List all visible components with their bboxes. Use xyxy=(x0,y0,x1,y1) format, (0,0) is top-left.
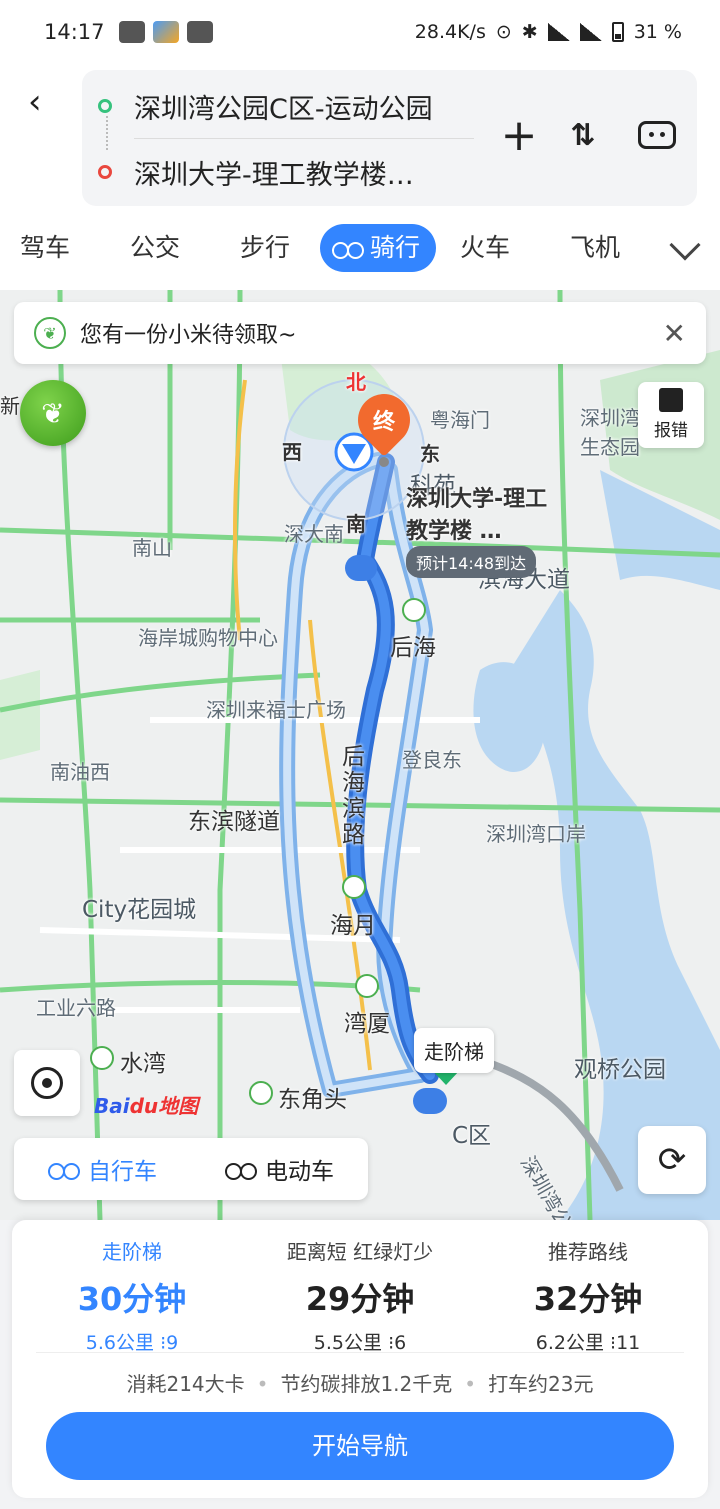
tab-bicycle[interactable]: 自行车 xyxy=(14,1152,191,1186)
route-time: 29分钟 xyxy=(305,1280,415,1318)
route-input-box: 深圳湾公园C区-运动公园 深圳大学-理工教学楼… + ⇅ xyxy=(82,70,697,206)
sprout-icon: ❦ xyxy=(34,317,66,349)
route-tag: 推荐路线 xyxy=(548,1240,628,1264)
calories-stat: 消耗214大卡 xyxy=(126,1372,245,1396)
vehicle-type-tabs: 自行车 电动车 xyxy=(14,1138,368,1200)
route-lights: 6 xyxy=(394,1332,407,1354)
promo-banner[interactable]: ❦ 您有一份小米待领取~ ✕ xyxy=(14,302,706,364)
location-icon: ⊙ xyxy=(495,21,512,43)
battery-level: 31 % xyxy=(633,21,682,43)
start-dot-icon xyxy=(98,99,112,113)
start-navigation-button[interactable]: 开始导航 xyxy=(46,1412,674,1480)
close-icon[interactable]: ✕ xyxy=(663,317,686,350)
more-options-icon[interactable] xyxy=(632,110,682,160)
add-waypoint-icon[interactable]: + xyxy=(494,110,544,161)
route-time: 32分钟 xyxy=(533,1280,643,1318)
route-distance: 6.2公里 xyxy=(535,1332,604,1354)
message-icon xyxy=(118,21,145,43)
route-stats: 消耗214大卡 • 节约碳排放1.2千克 • 打车约23元 xyxy=(126,1372,594,1396)
bridge-marker-icon xyxy=(345,555,377,581)
chevron-down-icon[interactable] xyxy=(669,229,701,261)
battery-icon xyxy=(611,22,624,42)
start-location-text: 深圳湾公园C区-运动公园 xyxy=(134,93,433,125)
start-location-field[interactable]: 深圳湾公园C区-运动公园 xyxy=(82,74,482,138)
tab-cycling-label: 骑行 xyxy=(370,233,421,262)
tab-drive[interactable]: 驾车 xyxy=(20,224,70,272)
tab-transit[interactable]: 公交 xyxy=(130,224,180,272)
end-location-field[interactable]: 深圳大学-理工教学楼… xyxy=(82,140,482,204)
map-view[interactable]: 北 西 东 南 粤海门 科苑 深圳湾生态园 深圳大学-理工教学楼 … 深大南 南… xyxy=(0,290,720,1220)
edit-icon xyxy=(659,388,683,412)
status-time: 14:17 xyxy=(44,20,105,44)
status-bar: 14:17 28.4K/s ⊙ ✱ 31 % xyxy=(0,0,720,64)
app-icon xyxy=(152,21,179,43)
route-summary-panel: 走阶梯 30分钟 5.6公里 ⁝9 距离短 红绿灯少 29分钟 5.5公里 ⁝6… xyxy=(12,1220,708,1498)
promo-text: 您有一份小米待领取~ xyxy=(80,323,297,348)
stairs-tooltip: 走阶梯 xyxy=(414,1028,494,1073)
network-speed: 28.4K/s xyxy=(414,21,486,43)
signal-icon-2 xyxy=(579,23,602,41)
route-distance: 5.6公里 xyxy=(85,1332,155,1354)
carbon-stat: 节约碳排放1.2千克 xyxy=(280,1372,453,1396)
compass-north: 北 xyxy=(346,370,366,394)
end-location-text: 深圳大学-理工教学楼… xyxy=(134,159,414,191)
route-lights: 11 xyxy=(616,1332,641,1354)
tab-cycling[interactable]: 骑行 xyxy=(320,224,437,272)
tab-walk[interactable]: 步行 xyxy=(240,224,290,272)
report-error-button[interactable]: 报错 xyxy=(638,382,704,448)
scooter-icon xyxy=(225,1158,257,1180)
bluetooth-icon: ✱ xyxy=(521,21,538,43)
route-distance: 5.5公里 xyxy=(313,1332,383,1354)
refresh-icon[interactable]: ⟳ xyxy=(638,1126,706,1194)
destination-pin[interactable]: 终 xyxy=(347,383,421,457)
route-lights: 9 xyxy=(166,1332,179,1354)
tab-train[interactable]: 火车 xyxy=(460,224,510,272)
locate-button[interactable] xyxy=(14,1050,80,1116)
stairs-marker-icon xyxy=(413,1088,447,1114)
route-tag: 走阶梯 xyxy=(102,1240,162,1264)
tab-flight[interactable]: 飞机 xyxy=(570,224,620,272)
locate-target-icon xyxy=(31,1067,63,1099)
route-time: 30分钟 xyxy=(77,1280,187,1318)
route-road-label: 后海滨路 xyxy=(342,744,365,848)
notification-icon xyxy=(186,21,213,43)
destination-label: 深圳大学-理工教学楼 … xyxy=(406,487,548,544)
tab-ebike[interactable]: 电动车 xyxy=(191,1152,368,1186)
swap-route-icon[interactable]: ⇅ xyxy=(558,110,608,160)
eta-badge: 预计14:48到达 xyxy=(406,546,537,578)
route-header: ‹ 深圳湾公园C区-运动公园 深圳大学-理工教学楼… + ⇅ xyxy=(0,64,720,212)
back-arrow-icon[interactable]: ‹ xyxy=(28,84,64,120)
route-option-2[interactable]: 距离短 红绿灯少 29分钟 5.5公里 ⁝6 xyxy=(244,1236,476,1355)
taxi-stat: 打车约23元 xyxy=(488,1372,594,1396)
route-tag: 距离短 红绿灯少 xyxy=(286,1240,434,1264)
sprout-fab-icon[interactable]: ❦ xyxy=(20,380,86,446)
signal-icon xyxy=(547,23,570,41)
transport-mode-tabs: 驾车 公交 步行 骑行 火车 飞机 xyxy=(0,212,720,290)
bicycle-icon xyxy=(332,237,364,259)
route-option-3[interactable]: 推荐路线 32分钟 6.2公里 ⁝11 xyxy=(472,1236,704,1355)
route-option-1[interactable]: 走阶梯 30分钟 5.6公里 ⁝9 xyxy=(16,1236,248,1355)
end-dot-icon xyxy=(98,165,112,179)
baidu-map-logo: Baidu地图 xyxy=(94,1094,199,1118)
bicycle-icon xyxy=(48,1158,80,1180)
